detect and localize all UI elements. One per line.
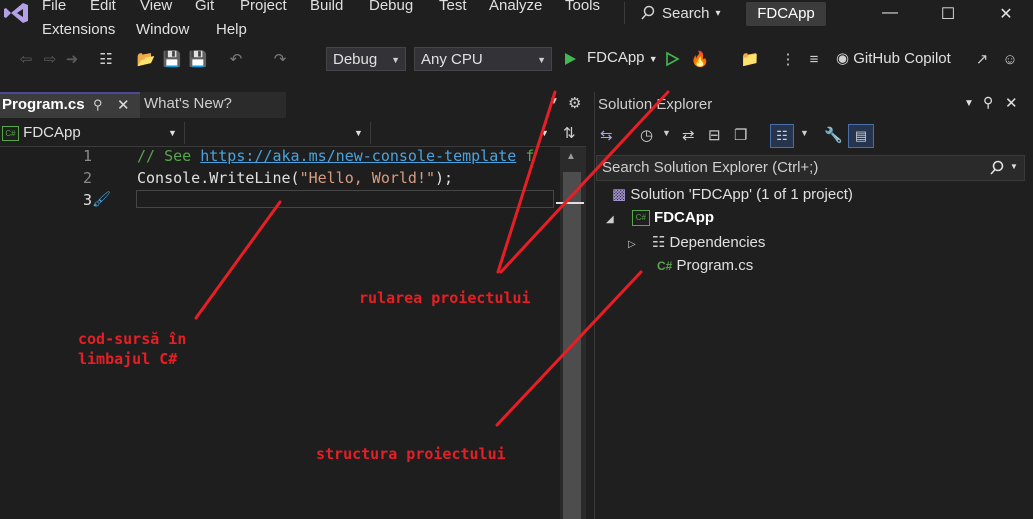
annotation-source-line2: limbajul C# (78, 350, 178, 368)
annotation-structure: structura proiectului (316, 445, 506, 463)
annotation-run: rularea proiectului (359, 289, 531, 307)
annotation-source-line1: cod-sursă în (78, 330, 187, 348)
source-code-arrow (194, 200, 282, 320)
annotation-arrows (194, 90, 670, 427)
